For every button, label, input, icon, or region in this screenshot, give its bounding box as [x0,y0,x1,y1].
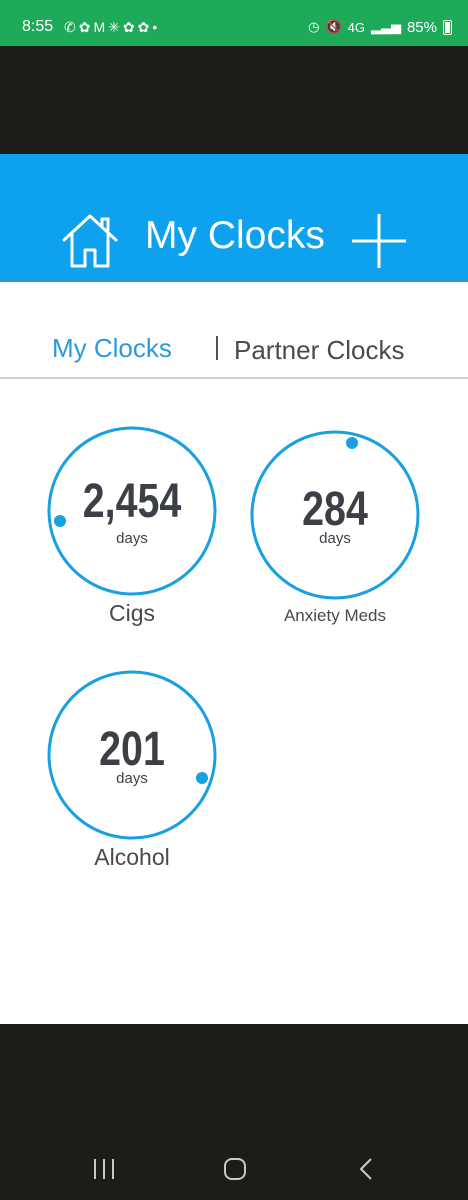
status-time: 8:55 [22,18,54,35]
clock-unit: days [116,530,148,547]
clock-unit: days [319,530,351,547]
content-area: My Clocks Partner Clocks 2,454 days Cigs… [0,282,468,1024]
clock-count: 201 [99,723,165,776]
app-icon: ✿ [122,19,138,35]
navigation-bar [0,1024,468,1200]
tab-separator [216,336,218,360]
plus-icon[interactable] [350,212,408,270]
clock-card[interactable]: 201 days Alcohol [46,669,218,870]
signal-icon: ▂▃▅ [370,19,401,34]
battery-percent: 85% [406,18,437,36]
home-icon[interactable] [60,212,120,268]
dot-icon: • [152,19,161,35]
network-label: 4G [347,19,365,35]
clock-name: Cigs [108,600,155,626]
clock-name: Alcohol [94,844,170,870]
battery-icon [443,19,452,35]
clock-card[interactable]: 284 days Anxiety Meds [249,429,421,629]
app-icon: ✿ [78,19,94,35]
mute-icon: 🔇 [325,19,342,34]
tab-divider [0,377,468,379]
recents-icon[interactable] [91,1156,117,1182]
clock-name: Anxiety Meds [283,606,387,625]
walmart-icon: ✳ [108,19,123,35]
top-band [0,46,468,154]
home-circle-icon[interactable] [222,1156,248,1182]
back-chevron-icon[interactable] [354,1156,380,1182]
mail-icon: M [93,19,109,35]
app-header: My Clocks [0,154,468,282]
status-bar: 8:55 ✆✿M✳✿✿• ◷ 🔇 4G ▂▃▅ 85% [0,0,468,46]
page-title: My Clocks [145,214,325,257]
status-right: ◷ 🔇 4G ▂▃▅ 85% [308,17,452,37]
alarm-icon: ◷ [308,19,320,34]
phone-icon: ✆ [64,19,79,35]
clock-unit: days [116,770,148,787]
notification-icons: ✆✿M✳✿✿• [64,17,160,37]
app-icon: ✿ [137,19,153,35]
clock-card[interactable]: 2,454 days Cigs [46,425,218,626]
tab-my-clocks[interactable]: My Clocks [52,332,172,364]
tab-partner-clocks[interactable]: Partner Clocks [234,334,405,366]
clock-count: 2,454 [82,475,182,528]
clock-count: 284 [302,483,368,536]
